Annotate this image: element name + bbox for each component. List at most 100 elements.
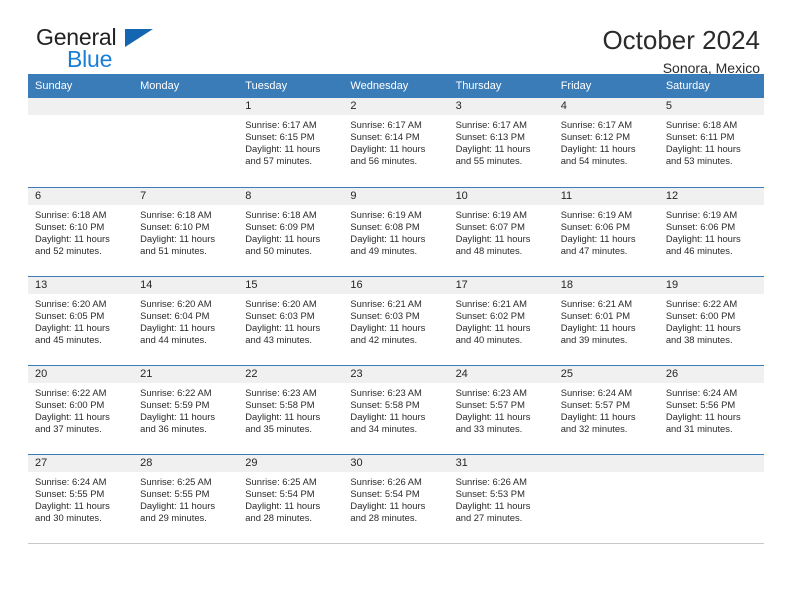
day-details — [659, 472, 764, 476]
calendar-day-cell[interactable]: 20 Sunrise: 6:22 AM Sunset: 6:00 PM Dayligh… — [28, 365, 134, 455]
daylight-text-line2: and 52 minutes. — [35, 244, 102, 256]
daylight-text-line1: Daylight: 11 hours — [455, 499, 531, 511]
daylight-text-line2: and 39 minutes. — [560, 333, 628, 345]
calendar-day-cell[interactable]: 8 Sunrise: 6:18 AM Sunset: 6:09 PM Daylight… — [238, 187, 344, 277]
daylight-text-line2: and 30 minutes. — [35, 511, 102, 523]
calendar-day-cell[interactable]: 15 Sunrise: 6:20 AM Sunset: 6:03 PM Dayligh… — [238, 276, 344, 366]
calendar-week-row: 6 Sunrise: 6:18 AM Sunset: 6:10 PM Daylight… — [28, 187, 764, 277]
sunrise-text: Sunrise: 6:23 AM — [350, 386, 422, 398]
calendar-day-cell[interactable]: 6 Sunrise: 6:18 AM Sunset: 6:10 PM Daylight… — [28, 187, 134, 277]
day-number: 22 — [238, 365, 344, 383]
sunrise-text: Sunrise: 6:26 AM — [350, 475, 422, 487]
sunset-text: Sunset: 6:11 PM — [665, 131, 735, 143]
sunset-text: Sunset: 6:05 PM — [35, 309, 105, 321]
sunset-text: Sunset: 6:00 PM — [665, 309, 736, 321]
page-header: General Blue October 2024 Sonora, Mexico — [28, 0, 764, 76]
day-details: Sunrise: 6:20 AM Sunset: 6:03 PM Daylight:… — [238, 294, 343, 346]
day-number: 5 — [658, 98, 764, 115]
day-details: Sunrise: 6:26 AM Sunset: 5:54 PM Daylight:… — [343, 472, 448, 524]
sunset-text: Sunset: 6:12 PM — [560, 131, 631, 143]
sunset-text: Sunset: 5:53 PM — [455, 487, 525, 499]
daylight-text-line1: Daylight: 11 hours — [665, 143, 741, 155]
day-details: Sunrise: 6:17 AM Sunset: 6:12 PM Daylight:… — [554, 115, 659, 167]
daylight-text-line2: and 47 minutes. — [560, 244, 628, 256]
calendar-day-cell[interactable]: 26 Sunrise: 6:24 AM Sunset: 5:56 PM Dayligh… — [658, 365, 764, 455]
daylight-text-line2: and 36 minutes. — [140, 422, 207, 434]
day-number: 19 — [658, 276, 764, 294]
calendar-day-cell[interactable]: 22 Sunrise: 6:23 AM Sunset: 5:58 PM Dayligh… — [238, 365, 344, 455]
calendar-day-cell[interactable]: 23 Sunrise: 6:23 AM Sunset: 5:58 PM Dayligh… — [343, 365, 449, 455]
daylight-text-line2: and 37 minutes. — [35, 422, 102, 434]
daylight-text-line1: Daylight: 11 hours — [350, 143, 426, 155]
daylight-text-line1: Daylight: 11 hours — [455, 143, 531, 155]
daylight-text-line1: Daylight: 11 hours — [350, 321, 426, 333]
calendar-day-cell[interactable]: 10 Sunrise: 6:19 AM Sunset: 6:07 PM Dayligh… — [448, 187, 554, 277]
day-number: 23 — [343, 365, 449, 383]
calendar-cell-empty — [133, 98, 239, 188]
sunrise-text: Sunrise: 6:21 AM — [560, 297, 633, 309]
calendar-day-cell[interactable]: 31 Sunrise: 6:26 AM Sunset: 5:53 PM Dayligh… — [448, 454, 554, 544]
calendar-day-cell[interactable]: 4 Sunrise: 6:17 AM Sunset: 6:12 PM Daylight… — [553, 98, 659, 188]
calendar-day-cell[interactable]: 13 Sunrise: 6:20 AM Sunset: 6:05 PM Dayligh… — [28, 276, 134, 366]
calendar-day-cell[interactable]: 17 Sunrise: 6:21 AM Sunset: 6:02 PM Dayligh… — [448, 276, 554, 366]
sunrise-text: Sunrise: 6:19 AM — [560, 208, 633, 220]
sunrise-text: Sunrise: 6:18 AM — [245, 208, 317, 220]
day-number — [28, 98, 134, 115]
day-details: Sunrise: 6:20 AM Sunset: 6:04 PM Daylight:… — [133, 294, 238, 346]
day-details: Sunrise: 6:18 AM Sunset: 6:10 PM Daylight:… — [133, 205, 238, 257]
calendar-day-cell[interactable]: 21 Sunrise: 6:22 AM Sunset: 5:59 PM Dayligh… — [133, 365, 239, 455]
calendar-day-cell[interactable]: 2 Sunrise: 6:17 AM Sunset: 6:14 PM Daylight… — [343, 98, 449, 188]
sunrise-text: Sunrise: 6:21 AM — [455, 297, 527, 309]
sunrise-text: Sunrise: 6:18 AM — [35, 208, 107, 220]
calendar-day-cell[interactable]: 9 Sunrise: 6:19 AM Sunset: 6:08 PM Daylight… — [343, 187, 449, 277]
calendar-day-cell[interactable]: 30 Sunrise: 6:26 AM Sunset: 5:54 PM Dayligh… — [343, 454, 449, 544]
calendar-day-cell[interactable]: 25 Sunrise: 6:24 AM Sunset: 5:57 PM Dayligh… — [553, 365, 659, 455]
day-details: Sunrise: 6:25 AM Sunset: 5:54 PM Daylight:… — [238, 472, 343, 524]
daylight-text-line1: Daylight: 11 hours — [35, 410, 110, 422]
calendar-day-cell[interactable]: 19 Sunrise: 6:22 AM Sunset: 6:00 PM Dayligh… — [658, 276, 764, 366]
calendar-day-cell[interactable]: 1 Sunrise: 6:17 AM Sunset: 6:15 PM Daylight… — [238, 98, 344, 188]
daylight-text-line2: and 29 minutes. — [140, 511, 207, 523]
calendar-day-cell[interactable]: 7 Sunrise: 6:18 AM Sunset: 6:10 PM Daylight… — [133, 187, 239, 277]
calendar-day-cell[interactable]: 18 Sunrise: 6:21 AM Sunset: 6:01 PM Dayligh… — [553, 276, 659, 366]
brand-name-blue: Blue — [67, 46, 113, 72]
day-details: Sunrise: 6:23 AM Sunset: 5:58 PM Daylight:… — [238, 383, 343, 435]
day-number: 11 — [553, 187, 659, 205]
calendar-day-cell[interactable]: 11 Sunrise: 6:19 AM Sunset: 6:06 PM Dayligh… — [553, 187, 659, 277]
sunrise-text: Sunrise: 6:24 AM — [35, 475, 107, 487]
day-details: Sunrise: 6:19 AM Sunset: 6:07 PM Daylight:… — [449, 205, 554, 257]
sunset-text: Sunset: 6:14 PM — [350, 131, 420, 143]
day-number: 3 — [448, 98, 554, 115]
daylight-text-line2: and 46 minutes. — [665, 244, 733, 256]
day-number: 20 — [28, 365, 134, 383]
weekday-header-wednesday: Wednesday — [343, 74, 449, 98]
day-number: 9 — [343, 187, 449, 205]
daylight-text-line2: and 48 minutes. — [455, 244, 523, 256]
calendar-day-cell[interactable]: 12 Sunrise: 6:19 AM Sunset: 6:06 PM Dayligh… — [658, 187, 764, 277]
sunset-text: Sunset: 6:04 PM — [140, 309, 210, 321]
daylight-text-line2: and 57 minutes. — [245, 155, 312, 167]
calendar-cell-empty — [658, 454, 764, 544]
daylight-text-line2: and 45 minutes. — [35, 333, 102, 345]
calendar-day-cell[interactable]: 16 Sunrise: 6:21 AM Sunset: 6:03 PM Dayligh… — [343, 276, 449, 366]
daylight-text-line2: and 38 minutes. — [665, 333, 733, 345]
daylight-text-line2: and 27 minutes. — [455, 511, 523, 523]
daylight-text-line1: Daylight: 11 hours — [245, 232, 321, 244]
calendar-day-cell[interactable]: 27 Sunrise: 6:24 AM Sunset: 5:55 PM Dayligh… — [28, 454, 134, 544]
daylight-text-line1: Daylight: 11 hours — [560, 143, 636, 155]
daylight-text-line2: and 32 minutes. — [560, 422, 628, 434]
calendar-day-cell[interactable]: 29 Sunrise: 6:25 AM Sunset: 5:54 PM Dayligh… — [238, 454, 344, 544]
sunset-text: Sunset: 5:58 PM — [350, 398, 420, 410]
calendar-day-cell[interactable]: 3 Sunrise: 6:17 AM Sunset: 6:13 PM Daylight… — [448, 98, 554, 188]
calendar-day-cell[interactable]: 14 Sunrise: 6:20 AM Sunset: 6:04 PM Dayligh… — [133, 276, 239, 366]
daylight-text-line1: Daylight: 11 hours — [560, 321, 636, 333]
daylight-text-line1: Daylight: 11 hours — [665, 410, 741, 422]
calendar-day-cell[interactable]: 24 Sunrise: 6:23 AM Sunset: 5:57 PM Dayligh… — [448, 365, 554, 455]
day-details: Sunrise: 6:22 AM Sunset: 5:59 PM Daylight:… — [133, 383, 238, 435]
brand-logo[interactable]: General Blue — [28, 26, 236, 71]
day-details: Sunrise: 6:17 AM Sunset: 6:13 PM Daylight:… — [449, 115, 554, 167]
day-number: 28 — [133, 454, 239, 472]
daylight-text-line2: and 55 minutes. — [455, 155, 523, 167]
calendar-day-cell[interactable]: 5 Sunrise: 6:18 AM Sunset: 6:11 PM Daylight… — [658, 98, 764, 188]
calendar-day-cell[interactable]: 28 Sunrise: 6:25 AM Sunset: 5:55 PM Dayligh… — [133, 454, 239, 544]
